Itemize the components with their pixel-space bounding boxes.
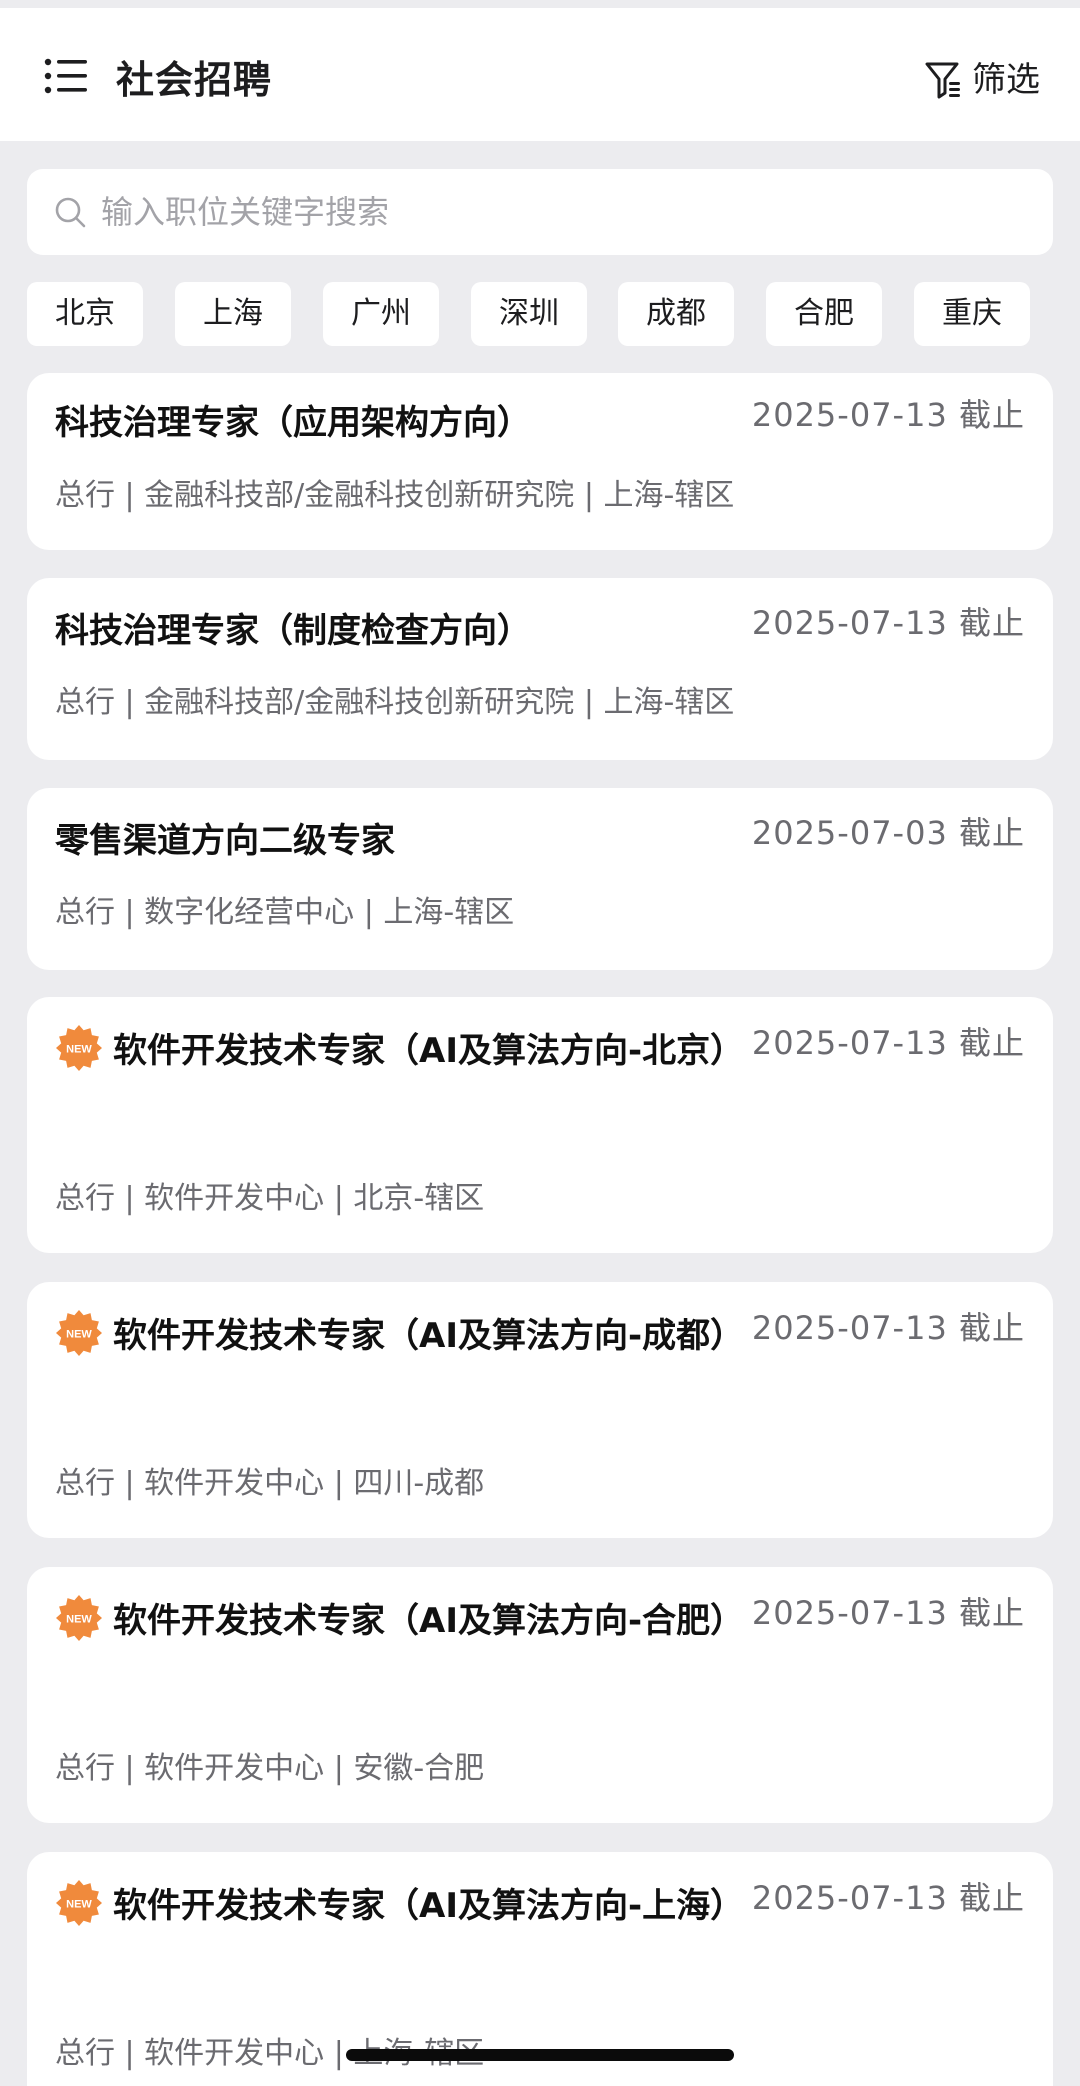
job-card[interactable]: NEW 软件开发技术专家（AI及算法方向-成都） 2025-07-13 截止 总…: [27, 1282, 1053, 1538]
job-meta: 总行 | 软件开发中心 | 北京-辖区: [55, 1181, 485, 1216]
new-badge-icon: NEW: [56, 1310, 102, 1356]
new-badge-icon: NEW: [56, 1880, 102, 1926]
job-card[interactable]: NEW 软件开发技术专家（AI及算法方向-北京） 2025-07-13 截止 总…: [27, 997, 1053, 1253]
job-title: 零售渠道方向二级专家: [55, 821, 395, 861]
search-input[interactable]: [101, 182, 1001, 242]
new-badge-label: NEW: [66, 1614, 92, 1626]
job-title: 软件开发技术专家（AI及算法方向-上海）: [113, 1886, 745, 1926]
new-badge-icon: NEW: [56, 1595, 102, 1641]
new-badge-label: NEW: [66, 1044, 92, 1056]
job-card[interactable]: 零售渠道方向二级专家 2025-07-03 截止 总行 | 数字化经营中心 | …: [27, 788, 1053, 970]
job-title: 软件开发技术专家（AI及算法方向-合肥）: [113, 1601, 745, 1641]
filter-button[interactable]: 筛选: [924, 56, 1040, 104]
job-deadline: 2025-07-13 截止: [751, 604, 1025, 642]
job-meta: 总行 | 金融科技部/金融科技创新研究院 | 上海-辖区: [55, 685, 735, 720]
filter-label: 筛选: [972, 60, 1040, 100]
new-badge-icon: NEW: [56, 1025, 102, 1071]
city-filter-row: 北京 上海 广州 深圳 成都 合肥 重庆: [27, 282, 1053, 346]
job-card[interactable]: 科技治理专家（制度检查方向） 2025-07-13 截止 总行 | 金融科技部/…: [27, 578, 1053, 760]
job-meta: 总行 | 数字化经营中心 | 上海-辖区: [55, 895, 515, 930]
new-badge-label: NEW: [66, 1329, 92, 1341]
job-title-wrap: NEW 软件开发技术专家（AI及算法方向-上海）: [55, 1868, 745, 1944]
home-indicator[interactable]: [346, 2049, 734, 2061]
city-chip-beijing[interactable]: 北京: [27, 282, 143, 346]
job-title-wrap: NEW 软件开发技术专家（AI及算法方向-成都）: [55, 1298, 745, 1374]
top-bar: 社会招聘 筛选: [0, 0, 1080, 141]
job-meta: 总行 | 软件开发中心 | 安徽-合肥: [55, 1751, 485, 1786]
job-deadline: 2025-07-13 截止: [751, 396, 1025, 434]
job-title: 科技治理专家（应用架构方向）: [55, 403, 531, 443]
job-card[interactable]: NEW 软件开发技术专家（AI及算法方向-合肥） 2025-07-13 截止 总…: [27, 1567, 1053, 1823]
search-icon: [55, 197, 86, 228]
job-title: 软件开发技术专家（AI及算法方向-北京）: [113, 1031, 745, 1071]
city-chip-guangzhou[interactable]: 广州: [323, 282, 439, 346]
city-chip-hefei[interactable]: 合肥: [766, 282, 882, 346]
job-deadline: 2025-07-13 截止: [751, 1024, 1025, 1062]
job-title-wrap: NEW 软件开发技术专家（AI及算法方向-北京）: [55, 1013, 745, 1089]
menu-list-icon[interactable]: [44, 56, 88, 96]
job-list-page: 社会招聘 筛选 北京 上海 广州 深圳 成都 合肥 重庆 科技治理专家（应用架构…: [0, 0, 1080, 2086]
job-meta: 总行 | 金融科技部/金融科技创新研究院 | 上海-辖区: [55, 478, 735, 513]
new-badge-label: NEW: [66, 1899, 92, 1911]
page-title: 社会招聘: [116, 58, 273, 102]
job-deadline: 2025-07-03 截止: [751, 814, 1025, 852]
search-bar[interactable]: [27, 169, 1053, 255]
job-title: 软件开发技术专家（AI及算法方向-成都）: [113, 1316, 745, 1356]
job-title-wrap: NEW 软件开发技术专家（AI及算法方向-合肥）: [55, 1583, 745, 1659]
job-title: 科技治理专家（制度检查方向）: [55, 611, 531, 651]
city-chip-chengdu[interactable]: 成都: [618, 282, 734, 346]
job-card[interactable]: 科技治理专家（应用架构方向） 2025-07-13 截止 总行 | 金融科技部/…: [27, 373, 1053, 550]
city-chip-shanghai[interactable]: 上海: [175, 282, 291, 346]
job-deadline: 2025-07-13 截止: [751, 1594, 1025, 1632]
city-chip-shenzhen[interactable]: 深圳: [471, 282, 587, 346]
city-chip-chongqing[interactable]: 重庆: [914, 282, 1030, 346]
job-deadline: 2025-07-13 截止: [751, 1879, 1025, 1917]
job-meta: 总行 | 软件开发中心 | 四川-成都: [55, 1466, 485, 1501]
job-deadline: 2025-07-13 截止: [751, 1309, 1025, 1347]
filter-icon: [925, 62, 960, 99]
